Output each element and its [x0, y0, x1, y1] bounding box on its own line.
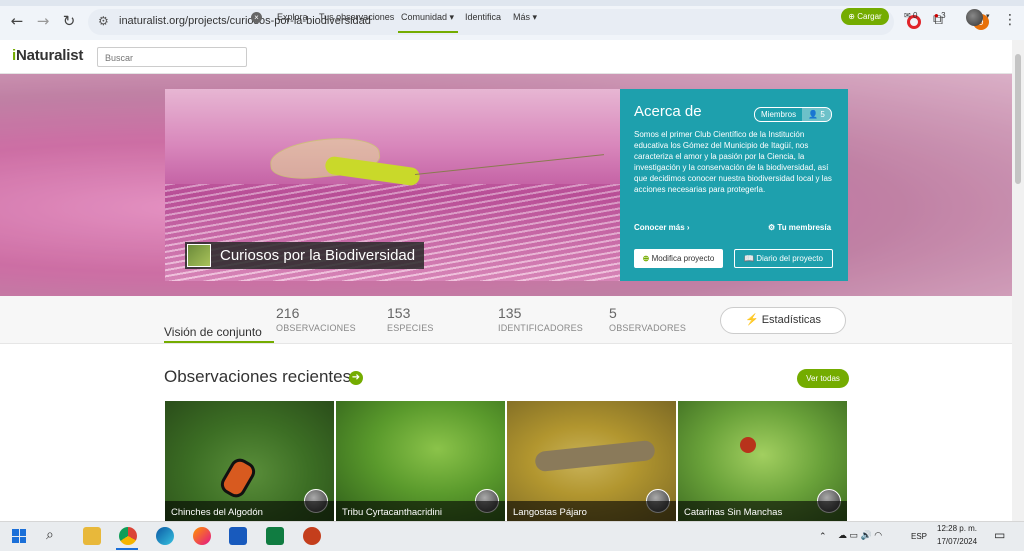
user-avatar[interactable]: [966, 9, 983, 26]
search-icon[interactable]: ⌕: [46, 527, 64, 545]
project-title: Curiosos por la Biodiversidad: [185, 242, 425, 269]
observation-photo: [534, 439, 656, 473]
chrome-icon[interactable]: [119, 527, 137, 545]
back-icon[interactable]: ←: [8, 12, 26, 30]
tab-active-indicator: [164, 341, 274, 343]
chevron-down-icon[interactable]: ▾: [986, 12, 990, 20]
notification-center-icon[interactable]: ▭: [994, 528, 1005, 542]
notifications-count: 3: [941, 11, 946, 20]
nav-comunidad[interactable]: Comunidad ▾: [401, 12, 454, 23]
excel-icon[interactable]: [266, 527, 284, 545]
arrow-right-icon[interactable]: ➜: [349, 371, 363, 385]
clock-time[interactable]: 12:28 p. m.: [937, 524, 977, 533]
members-button[interactable]: Miembros 👤 5: [754, 107, 832, 122]
search-field[interactable]: [97, 47, 247, 67]
nav-tus-observaciones[interactable]: Tus observaciones: [319, 12, 394, 22]
messages-count: 0: [912, 11, 918, 20]
view-all-button[interactable]: Ver todas: [797, 369, 849, 388]
observation-card[interactable]: Langostas Pájaro: [507, 401, 676, 521]
tab-strip: [0, 0, 1024, 6]
observation-caption: Tribu Cyrtacanthacridini: [336, 501, 505, 521]
site-header: iNaturalist: [0, 40, 1012, 74]
observation-card[interactable]: Tribu Cyrtacanthacridini: [336, 401, 505, 521]
page-scrollbar[interactable]: [1012, 40, 1024, 521]
tray-icons[interactable]: ☁ ▭ 🔊 ◠: [838, 530, 882, 541]
messages-icon[interactable]: ✉ 0: [904, 11, 917, 20]
observation-card[interactable]: Catarinas Sin Manchas: [678, 401, 847, 521]
inaturalist-logo[interactable]: iNaturalist: [12, 47, 83, 64]
stat-identifiers[interactable]: 135 IDENTIFICADORES: [498, 305, 583, 333]
firefox-icon[interactable]: [193, 527, 211, 545]
members-label: Miembros: [761, 110, 797, 119]
reload-icon[interactable]: ↻: [60, 12, 78, 30]
word-icon[interactable]: [229, 527, 247, 545]
browser-menu-icon[interactable]: ⋮: [1003, 12, 1017, 28]
edit-project-button[interactable]: ⊕ Modifica proyecto: [634, 249, 723, 268]
observation-card[interactable]: Chinches del Algodón: [165, 401, 334, 521]
nav-active-indicator: [398, 31, 458, 33]
observation-caption: Catarinas Sin Manchas: [678, 501, 847, 521]
tab-overview[interactable]: Visión de conjunto: [164, 325, 262, 339]
site-info-icon[interactable]: ⚙: [98, 14, 109, 28]
forward-icon[interactable]: →: [34, 12, 52, 30]
nav-mas[interactable]: Más ▾: [513, 12, 537, 23]
nav-identifica[interactable]: Identifica: [465, 12, 501, 22]
scrollbar-thumb[interactable]: [1015, 54, 1021, 184]
observation-caption: Chinches del Algodón: [165, 501, 334, 521]
learn-more-link[interactable]: Conocer más ›: [634, 223, 690, 232]
observation-photo: [740, 437, 756, 453]
active-app-indicator: [116, 548, 138, 550]
plus-icon: ⊕: [642, 254, 650, 263]
observation-caption: Langostas Pájaro: [507, 501, 676, 521]
bolt-icon: ⚡: [744, 314, 759, 326]
clock-date[interactable]: 17/07/2024: [937, 537, 977, 546]
observation-photo: [217, 455, 259, 501]
about-panel: Acerca de Miembros 👤 5 Somos el primer C…: [620, 89, 848, 281]
stat-observations[interactable]: 216 OBSERVACIONES: [276, 305, 356, 333]
file-explorer-icon[interactable]: [83, 527, 101, 545]
search-clear-icon[interactable]: ×: [251, 12, 262, 23]
project-journal-button[interactable]: 📖 Diario del proyecto: [734, 249, 833, 268]
chevron-up-icon[interactable]: ⌃: [819, 531, 827, 542]
statistics-button[interactable]: ⚡ Estadísticas: [720, 307, 846, 334]
search-input[interactable]: [98, 49, 238, 67]
edge-icon[interactable]: [156, 527, 174, 545]
stat-observers[interactable]: 5 OBSERVADORES: [609, 305, 686, 333]
nav-explora[interactable]: Explora: [277, 12, 308, 22]
windows-start-icon[interactable]: [12, 529, 26, 543]
powerpoint-icon[interactable]: [303, 527, 321, 545]
my-membership-link[interactable]: ⚙ Tu membresía: [768, 223, 831, 232]
stat-species[interactable]: 153 ESPECIES: [387, 305, 434, 333]
members-count: 👤 5: [802, 108, 831, 121]
recent-observations-title: Observaciones recientes: [164, 367, 352, 386]
project-icon: [187, 244, 211, 267]
language-indicator[interactable]: ESP: [911, 532, 927, 541]
notifications-icon[interactable]: ● 3: [934, 11, 946, 20]
upload-button[interactable]: ⊕ Cargar: [841, 8, 889, 25]
lacewing-antenna: [414, 154, 605, 175]
project-description: Somos el primer Club Científico de la In…: [634, 130, 832, 194]
about-title: Acerca de: [634, 103, 702, 120]
